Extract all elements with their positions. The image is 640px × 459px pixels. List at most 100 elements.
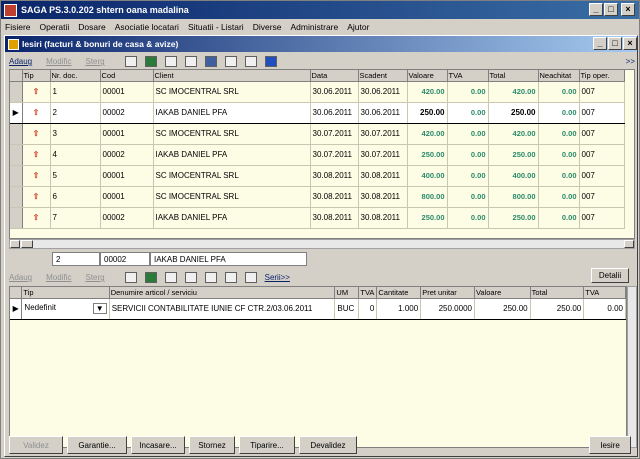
menu-asociatie[interactable]: Asociatie locatari bbox=[115, 22, 179, 32]
child-minimize-button[interactable]: _ bbox=[593, 37, 607, 50]
close-button[interactable]: × bbox=[621, 3, 635, 16]
menu-fisiere[interactable]: Fisiere bbox=[5, 22, 31, 32]
line-total[interactable]: 250.00 bbox=[530, 297, 585, 320]
adaug-line-link[interactable]: Adaug bbox=[9, 273, 32, 282]
cell-tva[interactable]: 0.00 bbox=[447, 101, 489, 124]
cell-nr[interactable]: 2 bbox=[50, 101, 101, 124]
col-valoare[interactable]: Valoare bbox=[407, 70, 448, 82]
line-tva[interactable]: 0 bbox=[358, 297, 378, 320]
cell-client[interactable]: SC IMOCENTRAL SRL bbox=[153, 81, 311, 103]
menu-situatii[interactable]: Situatii - Listari bbox=[188, 22, 244, 32]
cell-scadent[interactable]: 30.06.2011 bbox=[358, 81, 408, 103]
cell-cod[interactable]: 00002 bbox=[100, 144, 154, 166]
cell-tva[interactable]: 0.00 bbox=[447, 144, 489, 166]
cell-cod[interactable]: 00002 bbox=[100, 101, 154, 124]
cell-tip-oper[interactable]: 007 bbox=[579, 81, 625, 103]
line-row[interactable]: ▶ Nedefinit ▼ SERVICII CONTABILITATE IUNI… bbox=[10, 297, 626, 320]
lcol-tva[interactable]: TVA bbox=[358, 287, 378, 299]
table-row[interactable]: ⇧ 6 00001 SC IMOCENTRAL SRL 30.08.2011 30.08.… bbox=[10, 186, 625, 208]
col-tip-oper[interactable]: Tip oper. bbox=[579, 70, 625, 82]
lcol-tva2[interactable]: TVA bbox=[583, 287, 626, 299]
cell-total[interactable]: 400.00 bbox=[488, 165, 539, 187]
cell-client[interactable]: IAKAB DANIEL PFA bbox=[153, 101, 311, 124]
cell-neachitat[interactable]: 0.00 bbox=[538, 123, 580, 145]
cell-data[interactable]: 30.07.2011 bbox=[310, 123, 359, 145]
cell-client[interactable]: SC IMOCENTRAL SRL bbox=[153, 186, 311, 208]
cell-tva[interactable]: 0.00 bbox=[447, 123, 489, 145]
cell-scadent[interactable]: 30.08.2011 bbox=[358, 165, 408, 187]
cell-neachitat[interactable]: 0.00 bbox=[538, 165, 580, 187]
menu-dosare[interactable]: Dosare bbox=[78, 22, 105, 32]
doc-type-icon[interactable]: ⇧ bbox=[22, 81, 51, 103]
binoculars-icon[interactable] bbox=[124, 56, 137, 67]
iesire-button[interactable]: Iesire bbox=[589, 436, 631, 454]
col-cod[interactable]: Cod bbox=[100, 70, 154, 82]
table-row[interactable]: ⇧ 4 00002 IAKAB DANIEL PFA 30.07.2011 30.07.2… bbox=[10, 144, 625, 166]
cell-tva[interactable]: 0.00 bbox=[447, 207, 489, 229]
table-row[interactable]: ⇧ 1 00001 SC IMOCENTRAL SRL 30.06.2011 30.06.… bbox=[10, 81, 625, 103]
line-denumire[interactable]: SERVICII CONTABILITATE IUNIE CF CTR.2/03… bbox=[109, 297, 336, 320]
paste-icon[interactable] bbox=[184, 56, 197, 67]
scroll-left-icon[interactable] bbox=[10, 240, 20, 248]
lcol-total[interactable]: Total bbox=[530, 287, 585, 299]
cell-neachitat[interactable]: 0.00 bbox=[538, 101, 580, 124]
cell-tip-oper[interactable]: 007 bbox=[579, 144, 625, 166]
cell-tip-oper[interactable]: 007 bbox=[579, 186, 625, 208]
cell-client[interactable]: SC IMOCENTRAL SRL bbox=[153, 165, 311, 187]
binoculars-icon[interactable] bbox=[124, 272, 137, 283]
lines-vertical-scrollbar[interactable] bbox=[627, 286, 637, 448]
cell-tip-oper[interactable]: 007 bbox=[579, 207, 625, 229]
cell-nr[interactable]: 4 bbox=[50, 144, 101, 166]
cell-scadent[interactable]: 30.08.2011 bbox=[358, 207, 408, 229]
menu-operatii[interactable]: Operatii bbox=[40, 22, 70, 32]
cell-cod[interactable]: 00001 bbox=[100, 186, 154, 208]
lcol-denumire[interactable]: Denumire articol / serviciu bbox=[109, 287, 336, 299]
cell-data[interactable]: 30.08.2011 bbox=[310, 207, 359, 229]
cell-tva[interactable]: 0.00 bbox=[447, 165, 489, 187]
validez-button[interactable]: Validez bbox=[9, 436, 63, 454]
excel-icon[interactable] bbox=[144, 272, 157, 283]
calendar-icon[interactable] bbox=[204, 56, 217, 67]
table-row[interactable]: ⇧ 5 00001 SC IMOCENTRAL SRL 30.08.2011 30.08.… bbox=[10, 165, 625, 187]
excel-icon[interactable] bbox=[144, 56, 157, 67]
cell-scadent[interactable]: 30.07.2011 bbox=[358, 123, 408, 145]
table-row[interactable]: ⇧ 7 00002 IAKAB DANIEL PFA 30.08.2011 30.08.2… bbox=[10, 207, 625, 229]
cell-data[interactable]: 30.06.2011 bbox=[310, 81, 359, 103]
maximize-button[interactable]: □ bbox=[604, 3, 618, 16]
lcol-um[interactable]: UM bbox=[334, 287, 360, 299]
cell-scadent[interactable]: 30.08.2011 bbox=[358, 186, 408, 208]
cell-total[interactable]: 250.00 bbox=[488, 144, 539, 166]
tiparire-button[interactable]: Tiparire... bbox=[239, 436, 295, 454]
cell-tva[interactable]: 0.00 bbox=[447, 81, 489, 103]
col-tip[interactable]: Tip bbox=[22, 70, 51, 82]
next-icon[interactable] bbox=[264, 56, 277, 67]
cell-nr[interactable]: 3 bbox=[50, 123, 101, 145]
line-cantitate[interactable]: 1.000 bbox=[376, 297, 422, 320]
cell-tva[interactable]: 0.00 bbox=[447, 186, 489, 208]
child-close-button[interactable]: × bbox=[623, 37, 637, 50]
cell-tip-oper[interactable]: 007 bbox=[579, 101, 625, 124]
stornez-button[interactable]: Stornez bbox=[189, 436, 235, 454]
cell-data[interactable]: 30.08.2011 bbox=[310, 186, 359, 208]
cell-neachitat[interactable]: 0.00 bbox=[538, 186, 580, 208]
col-tva[interactable]: TVA bbox=[447, 70, 489, 82]
cell-cod[interactable]: 00001 bbox=[100, 123, 154, 145]
line-tva2[interactable]: 0.00 bbox=[583, 297, 626, 320]
line-tip-select[interactable]: Nedefinit ▼ bbox=[21, 297, 110, 320]
cell-valoare[interactable]: 420.00 bbox=[407, 81, 448, 103]
detalii-button[interactable]: Detalii bbox=[591, 268, 629, 283]
cell-nr[interactable]: 6 bbox=[50, 186, 101, 208]
line-valoare[interactable]: 250.00 bbox=[474, 297, 531, 320]
doc-type-icon[interactable]: ⇧ bbox=[22, 207, 51, 229]
cell-valoare[interactable]: 250.00 bbox=[407, 101, 448, 124]
sterg-line-link[interactable]: Sterg bbox=[85, 273, 104, 282]
more-link[interactable]: >> bbox=[626, 57, 635, 66]
serii-link[interactable]: Serii>> bbox=[265, 273, 290, 282]
cell-neachitat[interactable]: 0.00 bbox=[538, 207, 580, 229]
cell-neachitat[interactable]: 0.00 bbox=[538, 144, 580, 166]
top-horizontal-scrollbar[interactable] bbox=[9, 239, 635, 249]
lcol-valoare[interactable]: Valoare bbox=[474, 287, 531, 299]
lcol-tip[interactable]: Tip bbox=[21, 287, 110, 299]
menu-administrare[interactable]: Administrare bbox=[291, 22, 339, 32]
incasare-button[interactable]: Incasare... bbox=[131, 436, 185, 454]
